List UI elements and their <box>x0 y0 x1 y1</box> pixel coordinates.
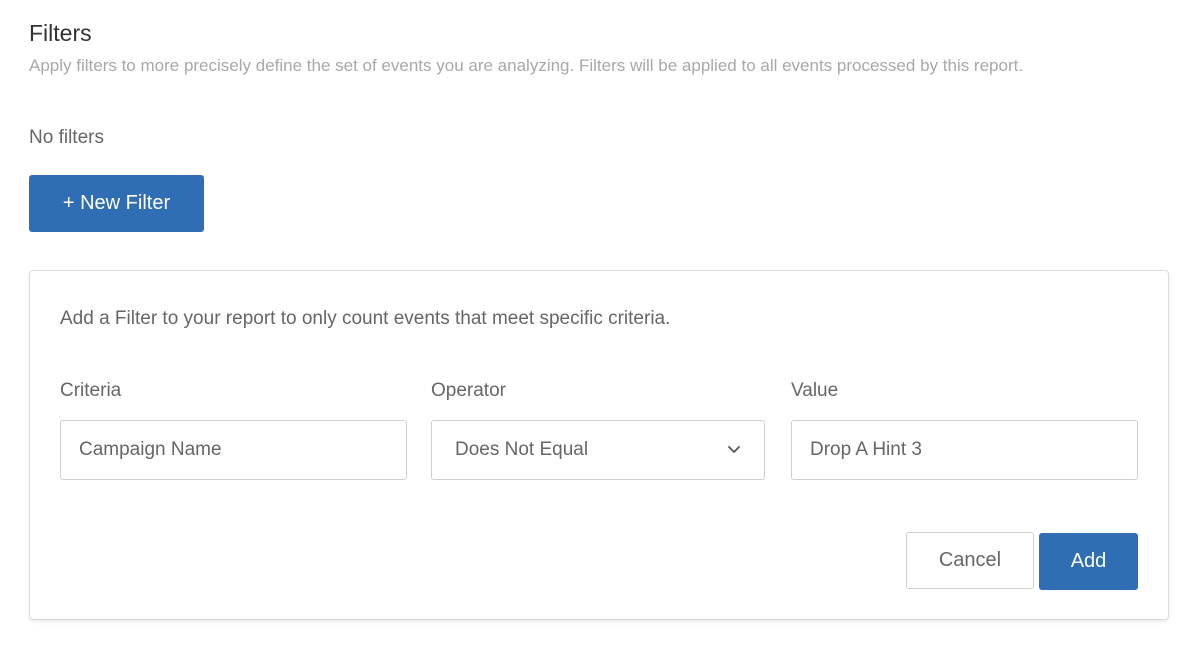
value-field-value: Drop A Hint 3 <box>810 439 922 460</box>
page-subtitle: Apply filters to more precisely define t… <box>29 56 1024 75</box>
chevron-down-icon <box>728 446 740 453</box>
no-filters-text: No filters <box>29 127 104 148</box>
criteria-field-value: Campaign Name <box>79 439 222 460</box>
operator-label: Operator <box>431 380 506 401</box>
criteria-label: Criteria <box>60 380 122 401</box>
cancel-button[interactable]: Cancel <box>906 532 1034 589</box>
add-button[interactable]: Add <box>1039 533 1138 590</box>
page-title: Filters <box>29 20 92 46</box>
operator-selected-value: Does Not Equal <box>455 439 589 460</box>
new-filter-button[interactable]: + New Filter <box>29 175 204 232</box>
criteria-field[interactable]: Campaign Name <box>60 420 407 480</box>
add-filter-panel: Add a Filter to your report to only coun… <box>29 270 1169 620</box>
value-field[interactable]: Drop A Hint 3 <box>791 420 1138 480</box>
panel-intro-text: Add a Filter to your report to only coun… <box>60 308 671 329</box>
value-label: Value <box>791 380 839 401</box>
operator-select[interactable]: Does Not Equal <box>431 420 765 480</box>
